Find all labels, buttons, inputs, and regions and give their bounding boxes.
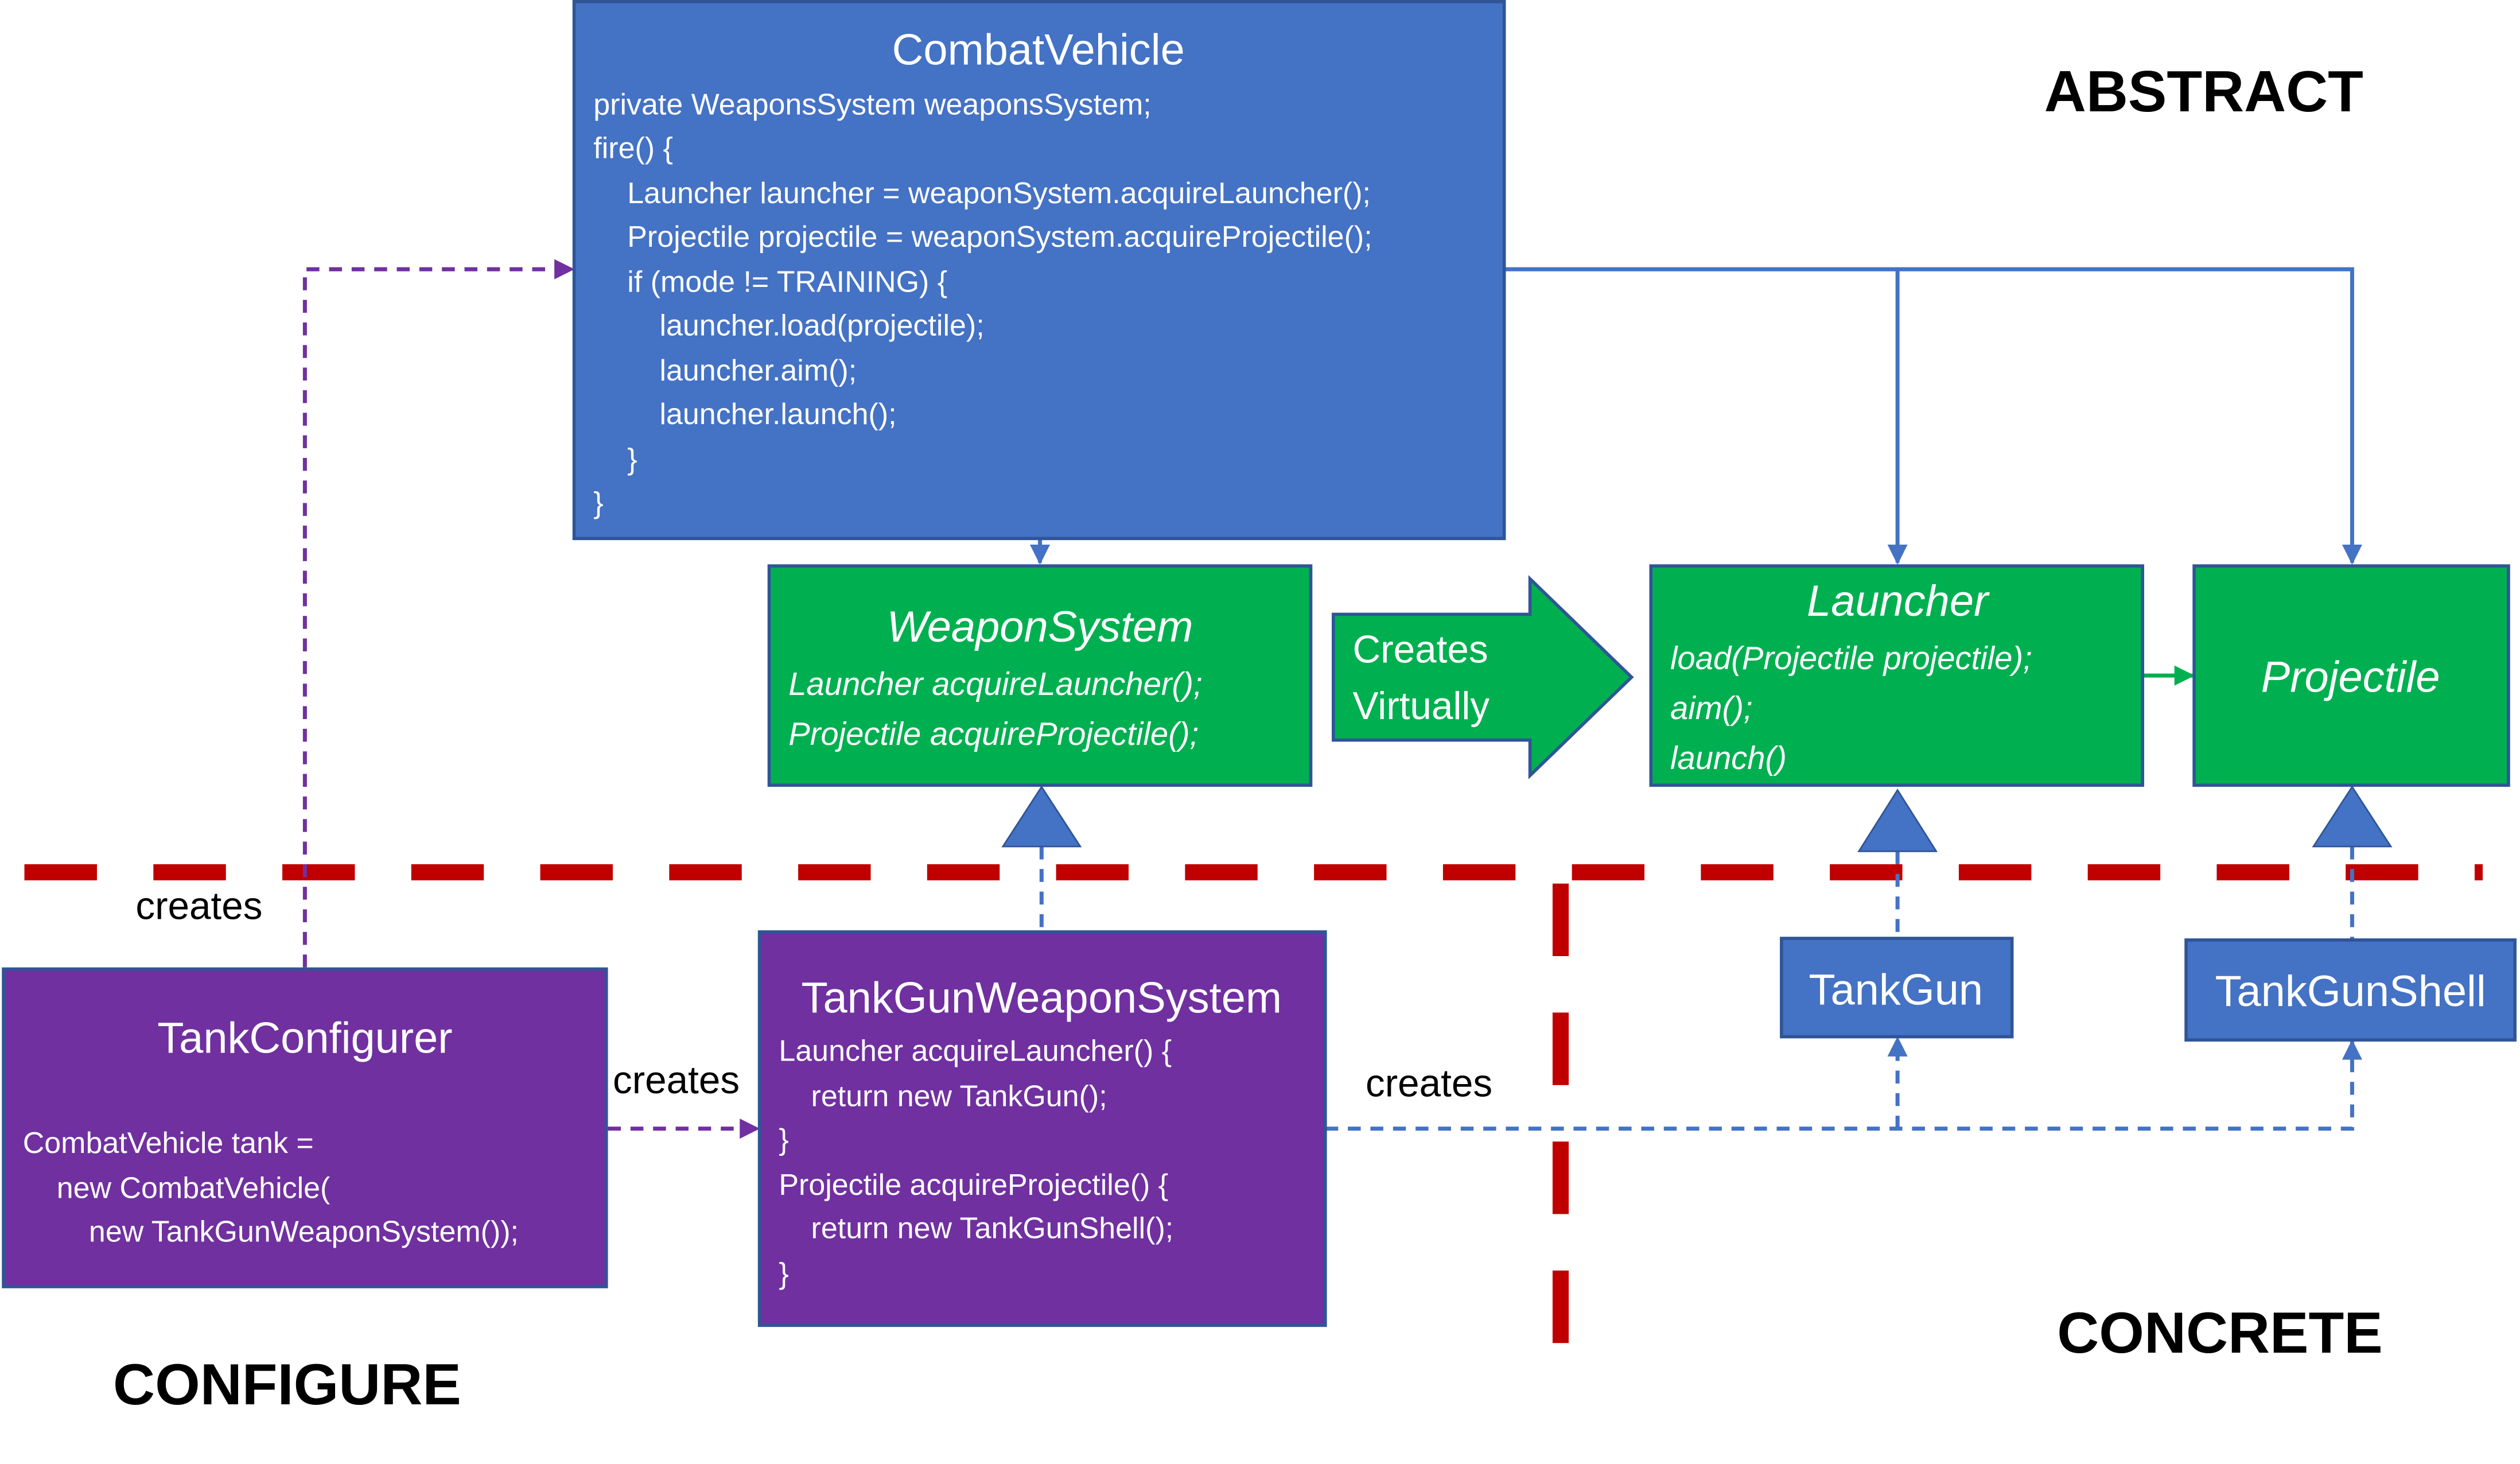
edge-label: creates [613, 1059, 740, 1102]
code-line: CombatVehicle tank = [23, 1127, 314, 1160]
code-line: Launcher acquireLauncher() { [779, 1035, 1172, 1068]
class-title: TankConfigurer [157, 1014, 452, 1063]
edge-label: creates [1366, 1062, 1492, 1105]
method-line: launch() [1670, 740, 1787, 776]
code-line: Launcher launcher = weaponSystem.acquire… [627, 177, 1371, 210]
code-line: } [779, 1257, 788, 1290]
tank-gun-weapon-system-class: TankGunWeaponSystem Launcher acquireLaun… [757, 930, 1327, 1327]
class-title: Projectile [2261, 653, 2440, 701]
code-line: return new TankGunShell(); [811, 1212, 1174, 1245]
class-title: TankGunWeaponSystem [802, 973, 1282, 1022]
inheritance-arrowhead [1857, 789, 1938, 852]
tank-configurer-class: TankConfigurer CombatVehicle tank = new … [2, 967, 608, 1288]
tank-gun-shell-class: TankGunShell [2184, 938, 2517, 1042]
class-title: TankGunShell [2215, 967, 2486, 1016]
method-line: Projectile acquireProjectile(); [788, 716, 1199, 752]
code-line: new CombatVehicle( [57, 1171, 330, 1205]
code-line: } [593, 486, 603, 519]
class-title: CombatVehicle [892, 25, 1185, 74]
code-line: return new TankGun(); [811, 1079, 1107, 1113]
creates-virtually-arrow: Creates Virtually [1332, 574, 1634, 779]
arrow-label: Creates [1353, 628, 1488, 671]
class-title: Launcher [1807, 577, 1990, 626]
weapon-system-interface: WeaponSystem Launcher acquireLauncher();… [767, 564, 1313, 787]
class-title: TankGun [1809, 965, 1984, 1014]
method-line: load(Projectile projectile); [1670, 640, 2032, 676]
combat-vehicle-class: CombatVehicle private WeaponsSystem weap… [572, 0, 1506, 541]
method-line: Launcher acquireLauncher(); [788, 666, 1202, 702]
code-line: Projectile projectile = weaponSystem.acq… [627, 220, 1372, 254]
code-line: new TankGunWeaponSystem()); [89, 1215, 519, 1248]
code-line: launcher.aim(); [659, 354, 857, 387]
code-line: } [627, 443, 637, 476]
tank-gun-class: TankGun [1780, 937, 2014, 1039]
code-line: } [779, 1123, 788, 1156]
inheritance-arrowhead [2312, 785, 2393, 848]
class-diagram: CombatVehicle private WeaponsSystem weap… [2, 0, 2517, 1417]
arrow-label: Virtually [1353, 685, 1490, 728]
region-label-abstract: ABSTRACT [2044, 59, 2363, 124]
launcher-interface: Launcher load(Projectile projectile); ai… [1649, 564, 2144, 787]
method-line: aim(); [1670, 690, 1753, 726]
code-line: Projectile acquireProjectile() { [779, 1168, 1168, 1202]
code-line: fire() { [593, 131, 673, 165]
code-line: if (mode != TRAINING) { [627, 266, 947, 299]
inheritance-arrowhead [1001, 785, 1082, 848]
code-line: private WeaponsSystem weaponsSystem; [593, 88, 1151, 121]
code-line: launcher.load(projectile); [659, 309, 984, 342]
projectile-interface: Projectile [2192, 564, 2510, 787]
region-label-configure: CONFIGURE [113, 1352, 461, 1417]
class-title: WeaponSystem [887, 603, 1193, 651]
region-label-concrete: CONCRETE [2057, 1300, 2382, 1365]
code-line: launcher.launch(); [659, 398, 896, 431]
edge-label: creates [135, 884, 262, 927]
